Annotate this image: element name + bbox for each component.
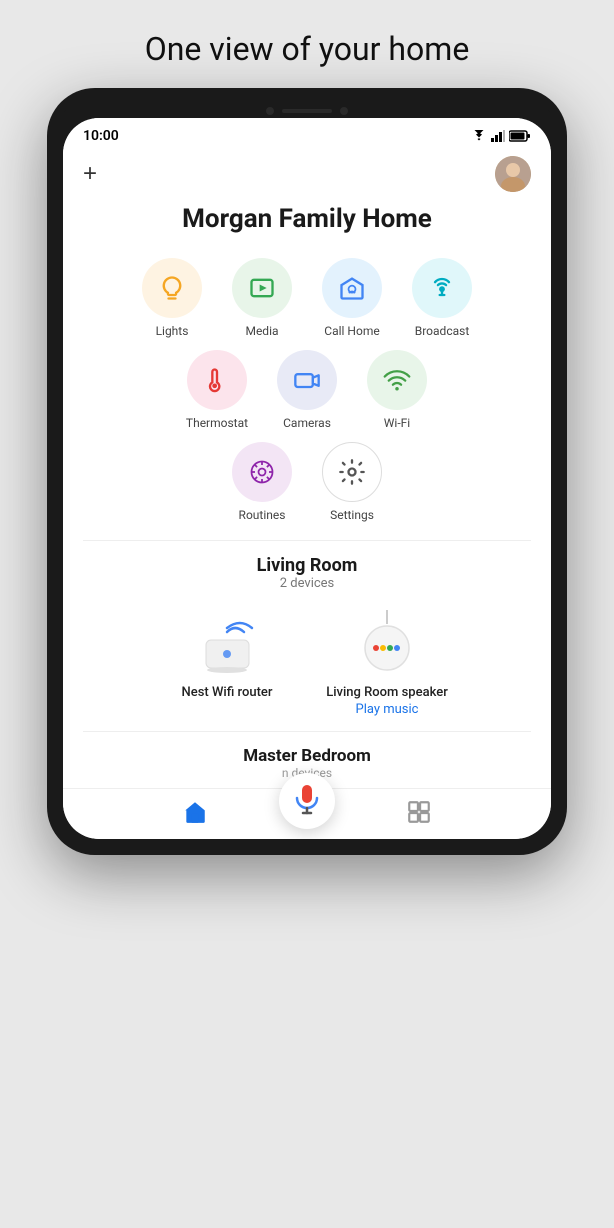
master-room-title: Master Bedroom [83,746,531,766]
lights-label: Lights [156,324,189,338]
call-home-icon [338,274,366,302]
add-button[interactable]: + [83,162,97,186]
top-bar: + [83,148,531,204]
thermostat-item[interactable]: Thermostat [177,350,257,430]
hero-title: One view of your home [0,0,614,88]
status-icons [471,130,531,142]
settings-circle [322,442,382,502]
settings-label: Settings [330,508,374,522]
devices-row: Nest Wifi router [83,607,531,717]
home-title: Morgan Family Home [83,204,531,234]
status-bar: 10:00 [63,118,551,148]
routines-label: Routines [239,508,286,522]
media-icon [248,274,276,302]
nest-wifi-label: Nest Wifi router [182,685,273,700]
nav-home-icon [182,799,208,825]
lights-icon [158,274,186,302]
speaker-icon [350,610,425,675]
broadcast-icon [428,274,456,302]
icon-grid-row-3: Routines Settings [83,442,531,522]
broadcast-label: Broadcast [415,324,470,338]
phone-screen: 10:00 [63,118,551,839]
cameras-label: Cameras [283,416,331,430]
app-content: + Morgan Family Home [63,148,551,780]
routines-icon [248,458,276,486]
settings-icon [338,458,366,486]
battery-icon [509,130,531,142]
icon-grid-row-1: Lights Media [83,258,531,338]
phone-frame: 10:00 [47,88,567,855]
nav-home[interactable] [165,799,225,825]
nest-wifi-icon-wrap [187,607,267,677]
lights-circle [142,258,202,318]
thermostat-label: Thermostat [186,416,248,430]
lights-item[interactable]: Lights [132,258,212,338]
thermostat-circle [187,350,247,410]
cameras-icon [293,366,321,394]
settings-item[interactable]: Settings [312,442,392,522]
section-divider [83,540,531,541]
nest-wifi-device[interactable]: Nest Wifi router [162,607,292,717]
broadcast-item[interactable]: Broadcast [402,258,482,338]
page-wrapper: One view of your home 10:00 [0,0,614,875]
call-home-circle [322,258,382,318]
speaker-label: Living Room speaker [326,685,448,700]
broadcast-circle [412,258,472,318]
play-music-link[interactable]: Play music [356,702,419,717]
living-room-speaker-device[interactable]: Living Room speaker Play music [322,607,452,717]
nest-wifi-icon [190,610,265,675]
nav-menu-icon [406,799,432,825]
signal-icon [491,130,505,142]
cameras-circle [277,350,337,410]
call-home-label: Call Home [324,324,379,338]
wifi-item[interactable]: Wi-Fi [357,350,437,430]
wifi-icon [471,130,487,142]
icon-grid-row-2: Thermostat Cameras [83,350,531,430]
wifi-home-icon [383,366,411,394]
media-circle [232,258,292,318]
living-room-title: Living Room [83,555,531,576]
cameras-item[interactable]: Cameras [267,350,347,430]
living-room-subtitle: 2 devices [83,576,531,591]
speaker-slot [282,109,332,113]
bottom-nav [63,788,551,839]
camera-dot [266,107,274,115]
wifi-label: Wi-Fi [384,416,410,430]
avatar[interactable] [495,156,531,192]
routines-item[interactable]: Routines [222,442,302,522]
media-item[interactable]: Media [222,258,302,338]
nav-menu[interactable] [389,799,449,825]
mic-fab[interactable] [279,773,335,829]
routines-circle [232,442,292,502]
mic-icon [294,785,320,817]
wifi-circle [367,350,427,410]
status-time: 10:00 [83,128,119,144]
speaker-icon-wrap [347,607,427,677]
camera-dot-2 [340,107,348,115]
call-home-item[interactable]: Call Home [312,258,392,338]
thermostat-icon [203,366,231,394]
avatar-image [495,156,531,192]
media-label: Media [245,324,278,338]
phone-top [63,104,551,118]
